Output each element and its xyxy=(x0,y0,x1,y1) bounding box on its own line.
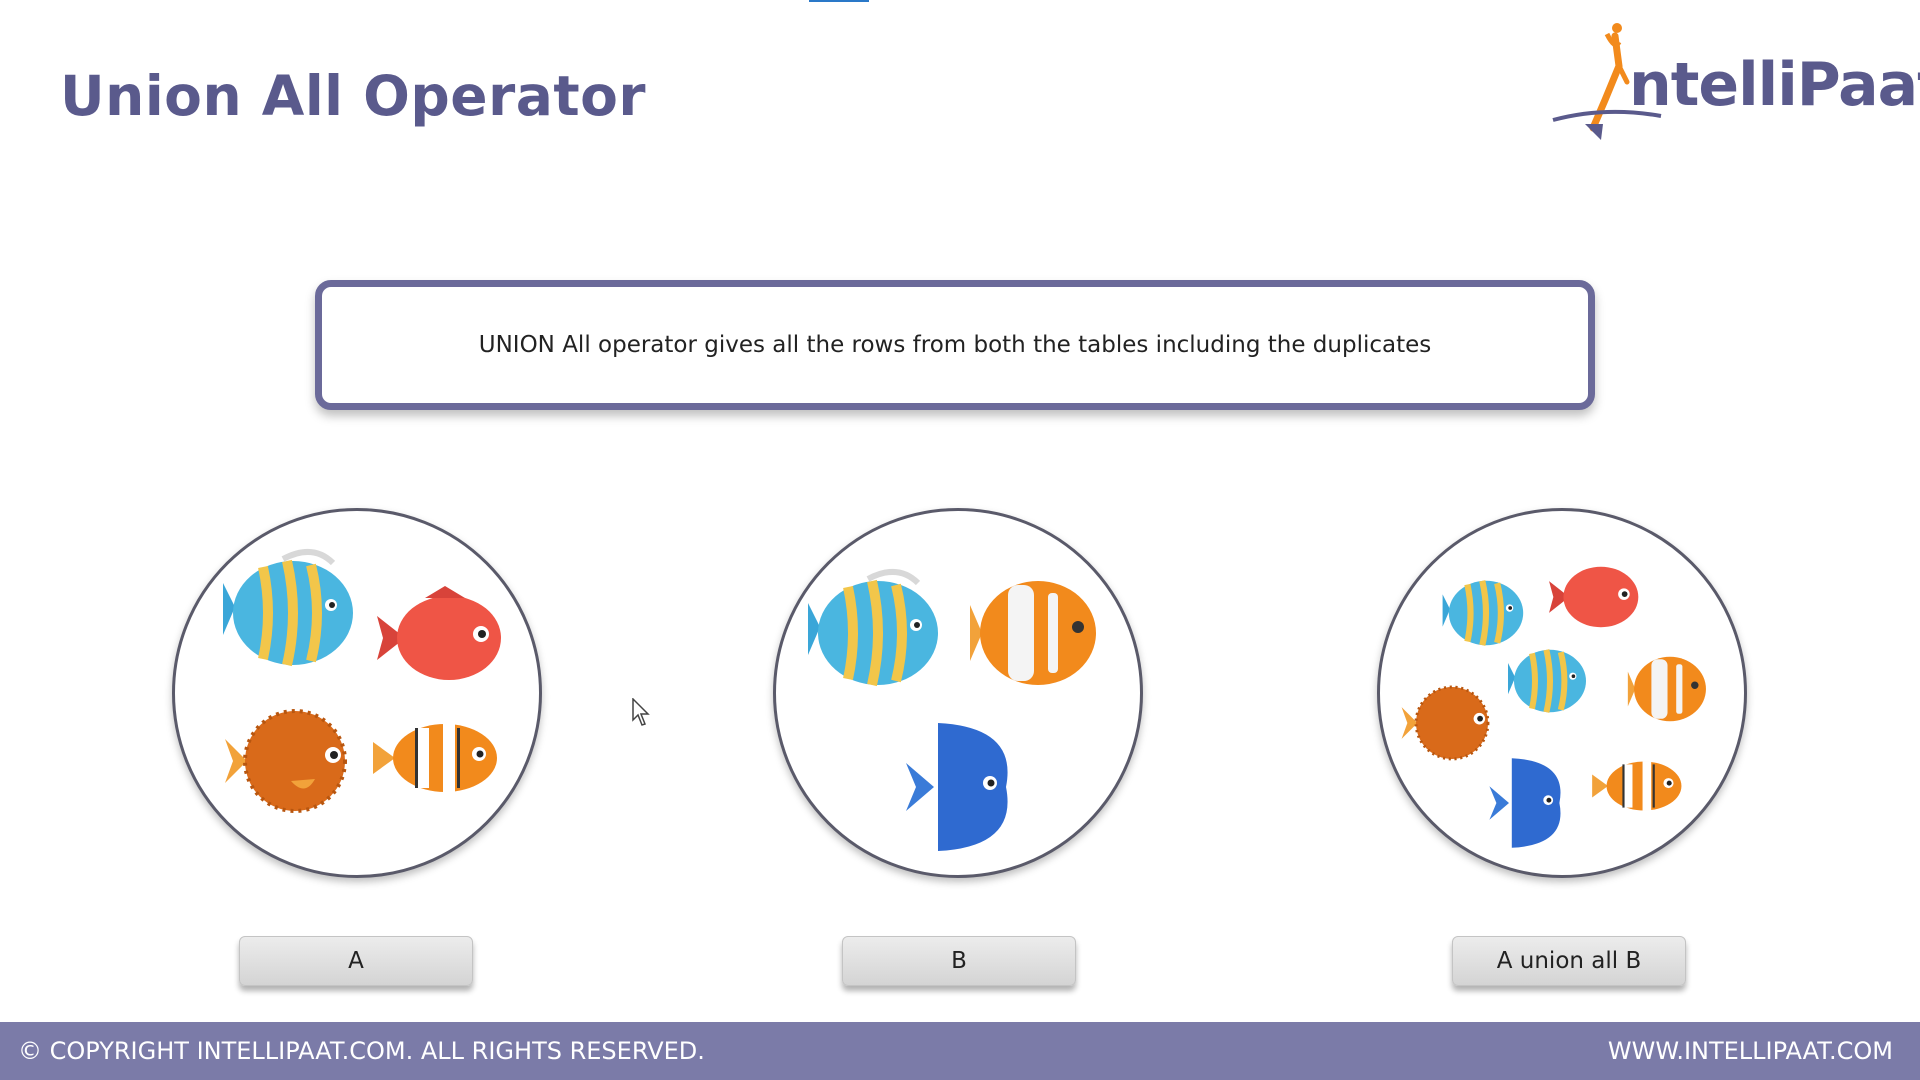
striped-blue-fish-icon xyxy=(1442,580,1524,646)
striped-blue-fish-icon xyxy=(223,549,353,667)
definition-box: UNION All operator gives all the rows fr… xyxy=(315,280,1595,410)
set-union-all-circle xyxy=(1377,508,1747,878)
clownfish-icon xyxy=(373,724,497,792)
intellipaat-logo: ntelliPaat xyxy=(1545,20,1920,150)
set-union-all-label-button[interactable]: A union all B xyxy=(1452,936,1686,986)
mouse-pointer-icon xyxy=(632,698,650,726)
clownfish-icon xyxy=(1592,761,1682,811)
website-link[interactable]: WWW.INTELLIPAAT.COM xyxy=(1608,1037,1893,1065)
set-a-label-button[interactable]: A xyxy=(239,936,473,986)
slide-title: Union All Operator xyxy=(60,64,647,128)
blue-tang-fish-icon xyxy=(906,723,1008,851)
red-fish-icon xyxy=(377,586,501,680)
set-b-circle xyxy=(773,508,1143,878)
definition-text: UNION All operator gives all the rows fr… xyxy=(478,332,1432,358)
orange-puffer-fish-icon xyxy=(1401,685,1490,761)
orange-white-fish-icon xyxy=(1627,656,1706,722)
orange-white-fish-icon xyxy=(970,581,1096,685)
blue-tang-fish-icon xyxy=(1489,758,1561,848)
footer-bar: © COPYRIGHT INTELLIPAAT.COM. ALL RIGHTS … xyxy=(0,1022,1920,1080)
set-b-label-button[interactable]: B xyxy=(842,936,1076,986)
set-a-circle xyxy=(172,508,542,878)
logo-text: ntelliPaat xyxy=(1629,50,1920,120)
red-fish-icon xyxy=(1549,566,1639,628)
striped-blue-fish-icon xyxy=(808,569,938,687)
orange-puffer-fish-icon xyxy=(225,709,347,813)
copyright-text: © COPYRIGHT INTELLIPAAT.COM. ALL RIGHTS … xyxy=(18,1037,705,1065)
striped-blue-fish-icon xyxy=(1508,649,1586,713)
top-accent-line xyxy=(809,0,869,2)
